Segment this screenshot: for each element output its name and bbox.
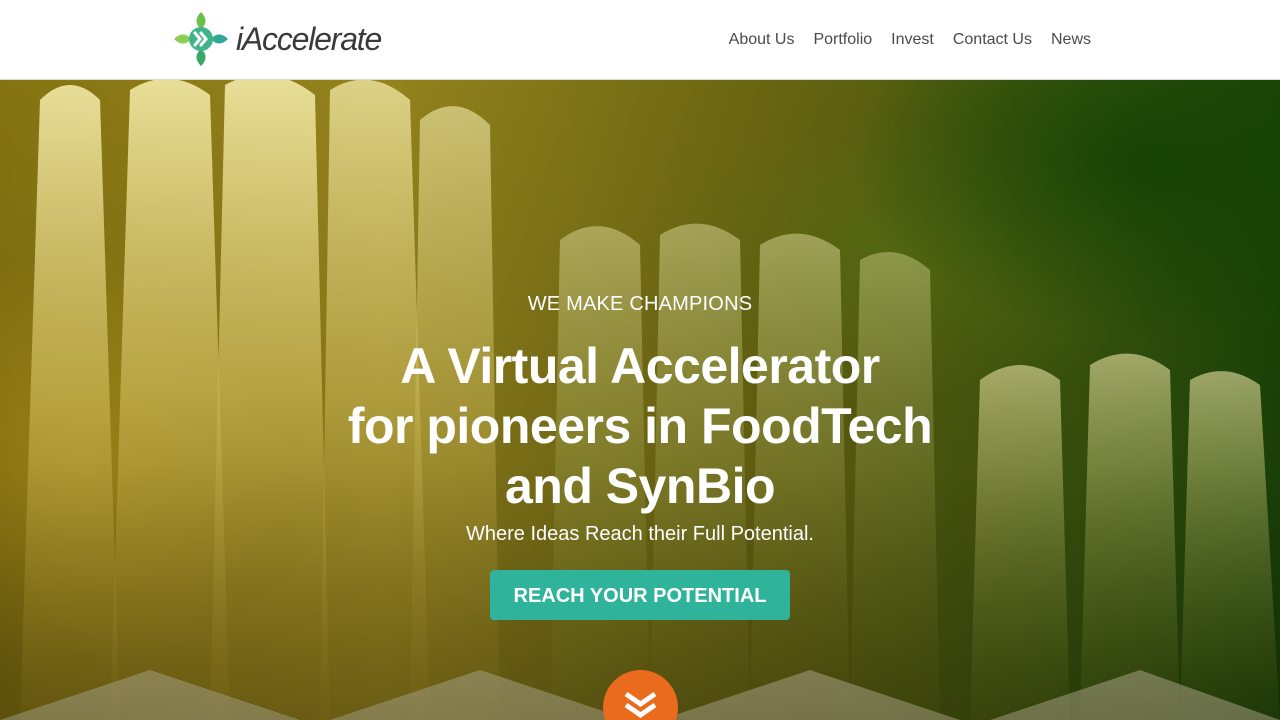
logo-text: iAccelerate: [236, 20, 382, 57]
headline-line-3: and SynBio: [504, 458, 776, 514]
nav-portfolio[interactable]: Portfolio: [813, 29, 872, 51]
double-chevron-down-icon: [624, 691, 657, 719]
nav-contact-us[interactable]: Contact Us: [953, 29, 1032, 51]
hero-headline: A Virtual Accelerator for pioneers in Fo…: [290, 336, 990, 516]
site-header: iAccelerate About Us Portfolio Invest Co…: [0, 0, 1280, 80]
hero-subline: Where Ideas Reach their Full Potential.: [466, 523, 814, 545]
logo-link[interactable]: iAccelerate: [172, 10, 382, 68]
hero-eyebrow: WE MAKE CHAMPIONS: [527, 293, 753, 315]
hero-section: WE MAKE CHAMPIONS A Virtual Accelerator …: [0, 80, 1280, 720]
headline-line-2: for pioneers in FoodTech: [347, 398, 933, 454]
logo-icon: [172, 10, 230, 68]
nav-news[interactable]: News: [1051, 29, 1091, 51]
headline-line-1: A Virtual Accelerator: [400, 338, 880, 394]
reach-your-potential-button[interactable]: REACH YOUR POTENTIAL: [490, 570, 790, 620]
nav-about-us[interactable]: About Us: [729, 29, 795, 51]
main-nav: About Us Portfolio Invest Contact Us New…: [729, 29, 1091, 51]
nav-invest[interactable]: Invest: [891, 29, 934, 51]
